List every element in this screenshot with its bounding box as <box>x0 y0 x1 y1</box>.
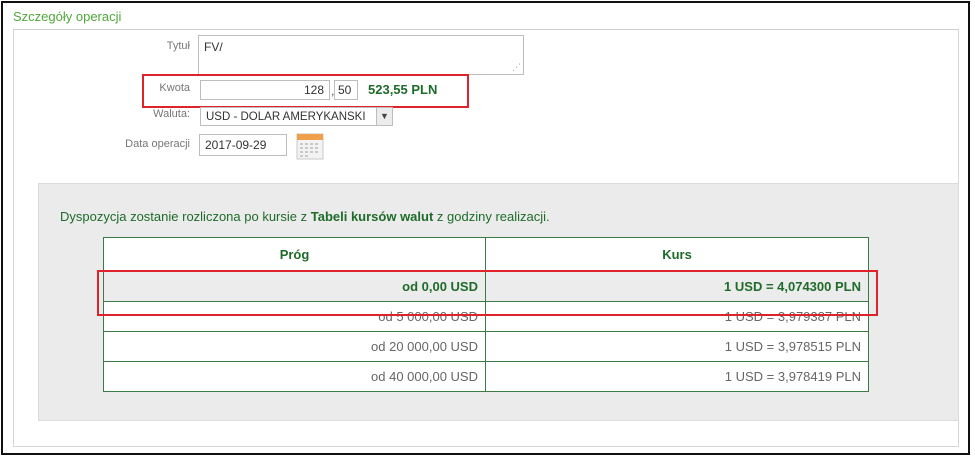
title-label: Tytuł <box>166 40 190 52</box>
table-row: od 20 000,00 USD 1 USD = 3,978515 PLN <box>103 331 869 362</box>
info-text: Dyspozycja zostanie rozliczona po kursie… <box>60 209 550 224</box>
date-input[interactable] <box>199 134 287 156</box>
threshold-cell: od 40 000,00 USD <box>103 361 486 392</box>
section-title: Szczegóły operacji <box>13 9 122 24</box>
calendar-icon[interactable] <box>295 131 325 161</box>
currency-label: Waluta: <box>153 108 190 120</box>
amount-highlight-box <box>142 74 469 108</box>
rates-table-link[interactable]: Tabeli kursów walut <box>311 209 434 224</box>
currency-select-value: USD - DOLAR AMERYKANSKI <box>206 111 366 123</box>
threshold-header: Próg <box>103 237 486 272</box>
info-prefix: Dyspozycja zostanie rozliczona po kursie… <box>60 209 311 224</box>
info-suffix: z godziny realizacji. <box>433 209 550 224</box>
threshold-cell: od 20 000,00 USD <box>103 331 486 362</box>
rate-header: Kurs <box>485 237 869 272</box>
rate-cell: 1 USD = 3,978419 PLN <box>485 361 869 392</box>
date-label: Data operacji <box>125 138 190 150</box>
chevron-down-icon[interactable]: ▼ <box>376 108 392 125</box>
table-row: od 40 000,00 USD 1 USD = 3,978419 PLN <box>103 361 869 392</box>
active-rate-highlight-box <box>97 270 878 316</box>
rate-cell: 1 USD = 3,978515 PLN <box>485 331 869 362</box>
title-textarea[interactable]: FV/ <box>198 35 524 75</box>
currency-select[interactable]: USD - DOLAR AMERYKANSKI ▼ <box>200 107 393 126</box>
